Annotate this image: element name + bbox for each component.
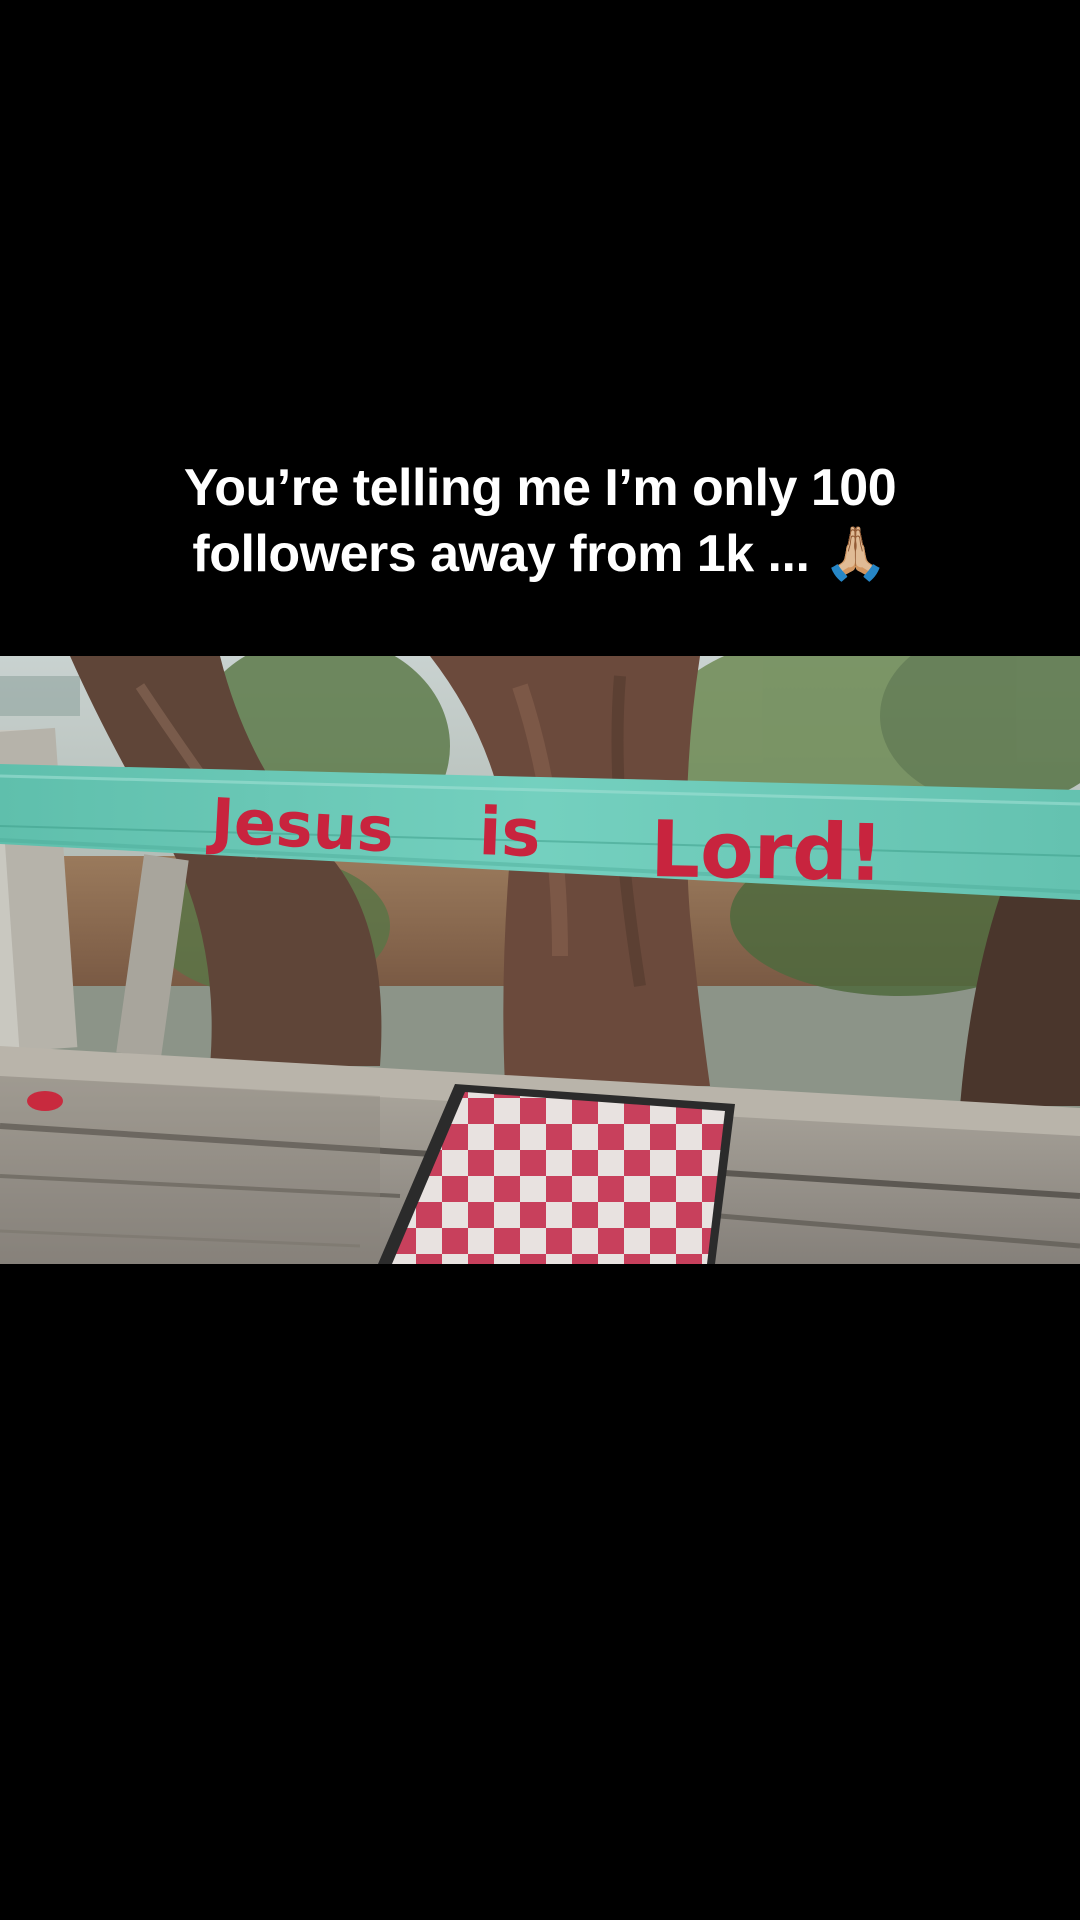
caption-line-1: You’re telling me I’m only 100	[183, 459, 897, 517]
video-photo: Jesus is Lord!	[0, 656, 1080, 1264]
sign-word-is: is	[477, 793, 542, 872]
sign-word-lord: Lord!	[650, 805, 885, 899]
caption-line-2: followers away from 1k ... 🙏🏼	[192, 525, 888, 583]
photo-scene: Jesus is Lord!	[0, 656, 1080, 1264]
sign-word-jesus: Jesus	[205, 784, 396, 867]
video-caption: You’re telling me I’m only 100 followers…	[0, 455, 1080, 587]
heart-icon	[27, 1091, 63, 1111]
